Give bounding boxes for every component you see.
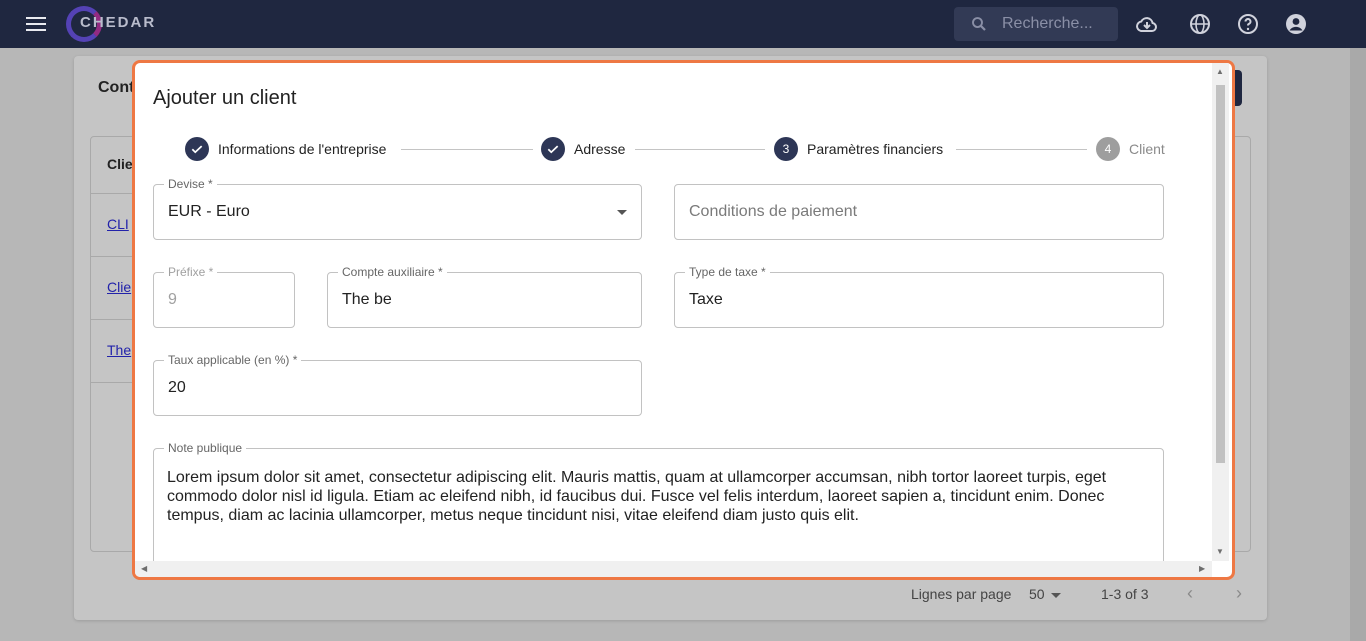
prefix-value: 9 xyxy=(168,291,177,308)
field-label: Note publique xyxy=(164,441,247,455)
search-icon xyxy=(972,17,986,31)
scroll-right-icon[interactable]: ▶ xyxy=(1199,564,1205,573)
step-label: Informations de l'entreprise xyxy=(218,141,387,157)
app-bar: CHEDAR Recherche... xyxy=(0,0,1366,48)
step-address[interactable]: Adresse xyxy=(541,137,625,161)
payment-terms-placeholder: Conditions de paiement xyxy=(689,203,858,220)
prefix-field: Préfixe * 9 xyxy=(153,265,295,328)
menu-icon[interactable] xyxy=(24,13,48,35)
payment-terms-field[interactable]: Conditions de paiement xyxy=(674,184,1164,240)
dialog-horizontal-scrollbar[interactable]: ◀ ▶ xyxy=(135,561,1212,577)
tax-type-field[interactable]: Type de taxe * Taxe xyxy=(674,265,1164,328)
aux-account-field[interactable]: Compte auxiliaire * The be xyxy=(327,265,642,328)
dialog-title: Ajouter un client xyxy=(153,87,297,109)
step-connector xyxy=(956,149,1087,150)
step-label: Adresse xyxy=(574,141,626,157)
currency-select[interactable]: Devise * EUR - Euro xyxy=(153,177,642,240)
add-client-dialog: Ajouter un client Informations de l'entr… xyxy=(132,60,1235,580)
field-label: Compte auxiliaire * xyxy=(338,265,447,279)
account-icon[interactable] xyxy=(1284,12,1308,36)
prev-page-icon[interactable]: ‹ xyxy=(1187,583,1193,604)
next-page-icon[interactable]: › xyxy=(1236,583,1242,604)
check-icon xyxy=(541,137,565,161)
tax-type-value: Taxe xyxy=(689,291,723,308)
field-label: Préfixe * xyxy=(164,265,218,279)
table-row-link[interactable]: The xyxy=(107,342,131,358)
step-number: 3 xyxy=(774,137,798,161)
aux-account-value: The be xyxy=(342,291,392,308)
rows-per-page-label: Lignes par page xyxy=(911,586,1012,602)
search-box[interactable]: Recherche... xyxy=(954,7,1118,41)
scroll-left-icon[interactable]: ◀ xyxy=(141,564,147,573)
chevron-down-icon xyxy=(617,210,627,215)
step-label: Paramètres financiers xyxy=(807,141,944,157)
window-scrollbar[interactable] xyxy=(1350,48,1366,641)
step-connector xyxy=(635,149,765,150)
step-client[interactable]: 4 Client xyxy=(1096,137,1165,161)
logo-text: CHEDAR xyxy=(80,14,157,31)
step-financial-settings[interactable]: 3 Paramètres financiers xyxy=(774,137,943,161)
scroll-up-icon[interactable]: ▲ xyxy=(1216,67,1224,76)
rows-per-page-select[interactable]: 50 xyxy=(1029,586,1045,602)
table-row-link[interactable]: CLI xyxy=(107,216,129,232)
scrollbar-thumb[interactable] xyxy=(1216,85,1225,463)
globe-icon[interactable] xyxy=(1188,12,1212,36)
scroll-down-icon[interactable]: ▼ xyxy=(1216,547,1224,556)
currency-value: EUR - Euro xyxy=(168,203,250,220)
step-company-info[interactable]: Informations de l'entreprise xyxy=(185,137,386,161)
field-label: Type de taxe * xyxy=(685,265,770,279)
field-label: Taux applicable (en %) * xyxy=(164,353,302,367)
app-logo[interactable]: CHEDAR xyxy=(66,4,156,42)
dialog-vertical-scrollbar[interactable]: ▲ ▼ xyxy=(1212,63,1229,561)
chevron-down-icon xyxy=(1051,593,1061,598)
pagination-range: 1-3 of 3 xyxy=(1101,586,1149,602)
step-label: Client xyxy=(1129,141,1165,157)
help-icon[interactable] xyxy=(1236,12,1260,36)
search-input[interactable]: Recherche... xyxy=(1002,15,1093,33)
cloud-download-icon[interactable] xyxy=(1135,12,1159,36)
table-row-link[interactable]: Clie xyxy=(107,279,131,295)
check-icon xyxy=(185,137,209,161)
field-label: Devise * xyxy=(164,177,217,191)
step-connector xyxy=(401,149,533,150)
rate-value: 20 xyxy=(168,379,186,396)
public-note-text: Lorem ipsum dolor sit amet, consectetur … xyxy=(167,469,1107,524)
rate-field[interactable]: Taux applicable (en %) * 20 xyxy=(153,353,642,416)
step-number: 4 xyxy=(1096,137,1120,161)
